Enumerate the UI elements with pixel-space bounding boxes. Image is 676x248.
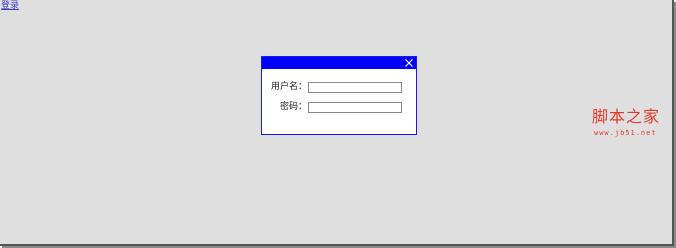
- page-canvas: 登录 用户名： 密码： 脚本之家 www.jb51.net: [0, 0, 674, 246]
- site-watermark: 脚本之家 www.jb51.net: [590, 107, 672, 141]
- username-row: 用户名：: [262, 81, 416, 95]
- login-dialog: 用户名： 密码：: [261, 56, 417, 135]
- close-icon[interactable]: [404, 58, 414, 68]
- watermark-text-cn: 脚本之家: [592, 107, 661, 126]
- watermark-text-en: www.jb51.net: [594, 129, 657, 137]
- password-label: 密码：: [279, 102, 307, 112]
- password-input[interactable]: [308, 102, 402, 113]
- username-label: 用户名：: [270, 82, 307, 92]
- login-link[interactable]: 登录: [1, 1, 19, 12]
- password-row: 密码：: [262, 101, 416, 115]
- dialog-titlebar[interactable]: [262, 57, 416, 69]
- username-input[interactable]: [308, 82, 402, 93]
